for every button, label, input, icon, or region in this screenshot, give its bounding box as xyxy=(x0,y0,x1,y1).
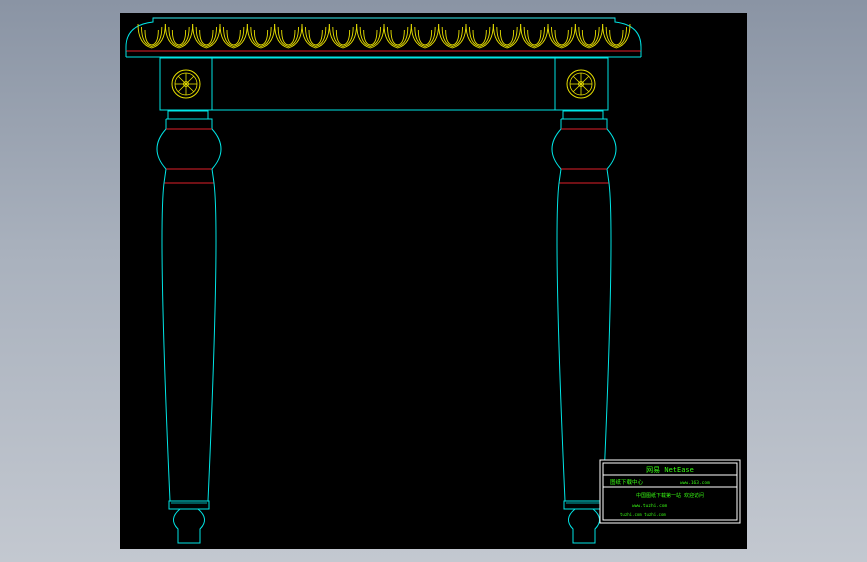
leg-collar xyxy=(167,110,209,120)
rosette-petal xyxy=(580,83,590,93)
rosette-petal xyxy=(580,75,590,85)
leg-foot-ball xyxy=(173,508,205,544)
rosette-left xyxy=(171,69,201,99)
scallop-arc xyxy=(308,29,323,46)
scallop-arc xyxy=(445,29,460,46)
title-block-brand: 网易 NetEase xyxy=(646,466,694,474)
leg-left xyxy=(156,110,222,544)
title-block-footer: tuzhi.com tuzhi.com xyxy=(620,512,666,517)
scallop-arc xyxy=(472,29,487,46)
apron xyxy=(159,57,609,111)
rosette-petal xyxy=(572,75,582,85)
rosette-petal xyxy=(572,83,582,93)
scallop-arc xyxy=(171,29,187,46)
title-block-site: www.tuzhi.com xyxy=(632,503,668,509)
scallop-arc xyxy=(554,29,569,46)
title-block-subtitle: 图纸下载中心 xyxy=(610,478,644,486)
scallop-arc xyxy=(199,29,214,46)
rosette-petal xyxy=(185,75,195,85)
leg-collar xyxy=(562,110,604,120)
title-block: 网易 NetEase 图纸下载中心 www.163.com 中国图纸下载第一站 … xyxy=(599,459,741,524)
scallop-arc xyxy=(335,29,351,46)
leg-neck xyxy=(560,118,608,129)
scallop-arc xyxy=(390,29,405,46)
scallop-arc xyxy=(417,29,433,46)
table-elevation-drawing: 网易 NetEase 图纸下载中心 www.163.com 中国图纸下载第一站 … xyxy=(125,17,741,544)
rosette-petal xyxy=(185,83,195,93)
leg-bulb xyxy=(156,128,222,170)
leg-neck xyxy=(165,118,213,129)
rosette-petal xyxy=(177,75,187,85)
leg-taper xyxy=(161,182,217,502)
title-block-url: www.163.com xyxy=(680,480,710,486)
scallop-arc xyxy=(226,29,241,46)
leg-bulb xyxy=(551,128,617,170)
scallop-arc xyxy=(581,29,597,46)
leg-neck-lower xyxy=(558,168,610,184)
title-block-slogan: 中国图纸下载第一站 欢迎访问 xyxy=(636,492,704,499)
scallop-arc xyxy=(527,29,542,46)
leg-taper xyxy=(556,182,612,502)
scallop-arc xyxy=(363,29,378,46)
scallop-arc xyxy=(144,29,159,46)
scallop-arc xyxy=(499,29,515,46)
rosette-petal xyxy=(177,83,187,93)
cad-viewport[interactable]: 网易 NetEase 图纸下载中心 www.163.com 中国图纸下载第一站 … xyxy=(120,13,747,549)
leg-foot-collar xyxy=(563,500,605,510)
scallop-arc xyxy=(609,29,624,46)
scallop-arc xyxy=(281,29,296,46)
leg-foot-ball xyxy=(568,508,600,544)
carved-scallop-band xyxy=(137,23,631,49)
rosette-right xyxy=(566,69,596,99)
leg-foot-collar xyxy=(168,500,210,510)
scallop-arc xyxy=(253,29,269,46)
leg-neck-lower xyxy=(163,168,215,184)
table-top xyxy=(125,17,642,58)
